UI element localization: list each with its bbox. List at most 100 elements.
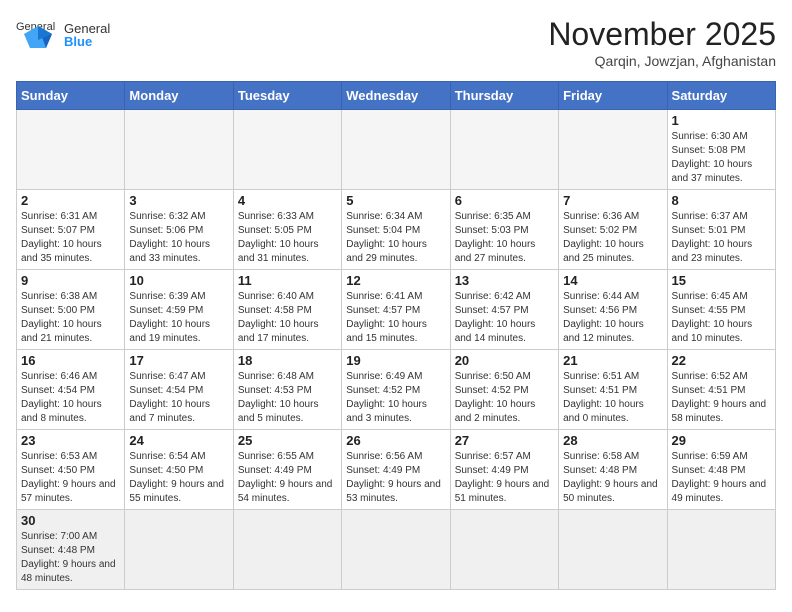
day-number: 2 [21, 193, 120, 208]
calendar-header-sunday: Sunday [17, 82, 125, 110]
calendar-week-row: 2Sunrise: 6:31 AM Sunset: 5:07 PM Daylig… [17, 190, 776, 270]
calendar-day-cell: 9 Sunrise: 6:38 AM Sunset: 5:00 PM Daylig… [17, 270, 125, 350]
day-number: 20 [455, 353, 554, 368]
day-number: 12 [346, 273, 445, 288]
calendar-day-cell [125, 510, 233, 590]
day-number: 13 [455, 273, 554, 288]
day-number: 6 [455, 193, 554, 208]
calendar-day-cell: 13Sunrise: 6:42 AM Sunset: 4:57 PM Dayli… [450, 270, 558, 350]
generalblue-logo-icon: General [16, 16, 60, 52]
day-number: 30 [21, 513, 120, 528]
calendar-day-cell [342, 510, 450, 590]
calendar-week-row: 30 Sunrise: 7:00 AM Sunset: 4:48 PM Dayli… [17, 510, 776, 590]
header: General General Blue November 2025 Qarqi… [16, 16, 776, 69]
day-info: Sunrise: 6:59 AM Sunset: 4:48 PM Dayligh… [672, 450, 771, 506]
calendar-day-cell: 28 Sunrise: 6:58 AM Sunset: 4:48 PM Dayli… [559, 430, 667, 510]
day-number: 25 [238, 433, 337, 448]
calendar-day-cell [559, 110, 667, 190]
day-number: 29 [672, 433, 771, 448]
calendar-day-cell: 8 Sunrise: 6:37 AM Sunset: 5:01 PM Daylig… [667, 190, 775, 270]
day-number: 4 [238, 193, 337, 208]
logo-blue-text: Blue [64, 35, 110, 48]
day-info: Sunrise: 6:39 AM Sunset: 4:59 PM Dayligh… [129, 290, 228, 346]
calendar-day-cell: 4 Sunrise: 6:33 AM Sunset: 5:05 PM Daylig… [233, 190, 341, 270]
day-info: Sunrise: 7:00 AM Sunset: 4:48 PM Dayligh… [21, 530, 120, 586]
calendar-day-cell: 18 Sunrise: 6:48 AM Sunset: 4:53 PM Dayli… [233, 350, 341, 430]
calendar-day-cell [233, 510, 341, 590]
day-info: Sunrise: 6:46 AM Sunset: 4:54 PM Dayligh… [21, 370, 120, 426]
logo-wrapper: General General Blue [16, 16, 110, 52]
calendar-day-cell: 11Sunrise: 6:40 AM Sunset: 4:58 PM Dayli… [233, 270, 341, 350]
day-info: Sunrise: 6:49 AM Sunset: 4:52 PM Dayligh… [346, 370, 445, 426]
day-number: 18 [238, 353, 337, 368]
day-number: 10 [129, 273, 228, 288]
calendar-header-thursday: Thursday [450, 82, 558, 110]
day-number: 7 [563, 193, 662, 208]
calendar-day-cell: 2Sunrise: 6:31 AM Sunset: 5:07 PM Daylig… [17, 190, 125, 270]
day-info: Sunrise: 6:58 AM Sunset: 4:48 PM Dayligh… [563, 450, 662, 506]
calendar-day-cell [450, 110, 558, 190]
title-area: November 2025 Qarqin, Jowzjan, Afghanist… [548, 16, 776, 69]
day-number: 26 [346, 433, 445, 448]
day-info: Sunrise: 6:50 AM Sunset: 4:52 PM Dayligh… [455, 370, 554, 426]
calendar-day-cell [17, 110, 125, 190]
calendar-day-cell: 6Sunrise: 6:35 AM Sunset: 5:03 PM Daylig… [450, 190, 558, 270]
calendar-day-cell: 16Sunrise: 6:46 AM Sunset: 4:54 PM Dayli… [17, 350, 125, 430]
calendar-day-cell: 21 Sunrise: 6:51 AM Sunset: 4:51 PM Dayli… [559, 350, 667, 430]
calendar-day-cell [125, 110, 233, 190]
day-info: Sunrise: 6:51 AM Sunset: 4:51 PM Dayligh… [563, 370, 662, 426]
day-number: 5 [346, 193, 445, 208]
logo: General General Blue [16, 16, 110, 52]
day-info: Sunrise: 6:32 AM Sunset: 5:06 PM Dayligh… [129, 210, 228, 266]
calendar-day-cell [342, 110, 450, 190]
day-number: 19 [346, 353, 445, 368]
day-number: 8 [672, 193, 771, 208]
day-info: Sunrise: 6:47 AM Sunset: 4:54 PM Dayligh… [129, 370, 228, 426]
day-info: Sunrise: 6:53 AM Sunset: 4:50 PM Dayligh… [21, 450, 120, 506]
day-info: Sunrise: 6:38 AM Sunset: 5:00 PM Dayligh… [21, 290, 120, 346]
day-number: 15 [672, 273, 771, 288]
day-info: Sunrise: 6:52 AM Sunset: 4:51 PM Dayligh… [672, 370, 771, 426]
day-info: Sunrise: 6:41 AM Sunset: 4:57 PM Dayligh… [346, 290, 445, 346]
calendar-day-cell: 5 Sunrise: 6:34 AM Sunset: 5:04 PM Daylig… [342, 190, 450, 270]
calendar-day-cell: 15Sunrise: 6:45 AM Sunset: 4:55 PM Dayli… [667, 270, 775, 350]
calendar-day-cell: 30 Sunrise: 7:00 AM Sunset: 4:48 PM Dayli… [17, 510, 125, 590]
day-info: Sunrise: 6:54 AM Sunset: 4:50 PM Dayligh… [129, 450, 228, 506]
day-number: 1 [672, 113, 771, 128]
day-number: 17 [129, 353, 228, 368]
calendar-day-cell: 22 Sunrise: 6:52 AM Sunset: 4:51 PM Dayli… [667, 350, 775, 430]
calendar-day-cell: 26Sunrise: 6:56 AM Sunset: 4:49 PM Dayli… [342, 430, 450, 510]
day-number: 3 [129, 193, 228, 208]
day-info: Sunrise: 6:44 AM Sunset: 4:56 PM Dayligh… [563, 290, 662, 346]
calendar-day-cell: 19 Sunrise: 6:49 AM Sunset: 4:52 PM Dayli… [342, 350, 450, 430]
calendar-header-tuesday: Tuesday [233, 82, 341, 110]
calendar-day-cell: 7 Sunrise: 6:36 AM Sunset: 5:02 PM Daylig… [559, 190, 667, 270]
day-number: 28 [563, 433, 662, 448]
day-info: Sunrise: 6:30 AM Sunset: 5:08 PM Dayligh… [672, 130, 771, 186]
calendar-day-cell: 1 Sunrise: 6:30 AM Sunset: 5:08 PM Daylig… [667, 110, 775, 190]
calendar-header-row: SundayMondayTuesdayWednesdayThursdayFrid… [17, 82, 776, 110]
day-info: Sunrise: 6:48 AM Sunset: 4:53 PM Dayligh… [238, 370, 337, 426]
day-info: Sunrise: 6:33 AM Sunset: 5:05 PM Dayligh… [238, 210, 337, 266]
calendar-header-monday: Monday [125, 82, 233, 110]
month-title: November 2025 [548, 16, 776, 53]
calendar-day-cell: 20 Sunrise: 6:50 AM Sunset: 4:52 PM Dayli… [450, 350, 558, 430]
day-number: 27 [455, 433, 554, 448]
calendar-week-row: 23 Sunrise: 6:53 AM Sunset: 4:50 PM Dayli… [17, 430, 776, 510]
day-number: 24 [129, 433, 228, 448]
calendar-day-cell: 3 Sunrise: 6:32 AM Sunset: 5:06 PM Daylig… [125, 190, 233, 270]
day-number: 14 [563, 273, 662, 288]
day-number: 22 [672, 353, 771, 368]
location: Qarqin, Jowzjan, Afghanistan [548, 53, 776, 69]
day-number: 23 [21, 433, 120, 448]
day-number: 21 [563, 353, 662, 368]
day-info: Sunrise: 6:34 AM Sunset: 5:04 PM Dayligh… [346, 210, 445, 266]
day-info: Sunrise: 6:36 AM Sunset: 5:02 PM Dayligh… [563, 210, 662, 266]
day-number: 9 [21, 273, 120, 288]
day-info: Sunrise: 6:37 AM Sunset: 5:01 PM Dayligh… [672, 210, 771, 266]
calendar-day-cell [559, 510, 667, 590]
day-info: Sunrise: 6:55 AM Sunset: 4:49 PM Dayligh… [238, 450, 337, 506]
calendar-header-friday: Friday [559, 82, 667, 110]
calendar-day-cell [233, 110, 341, 190]
calendar-day-cell [450, 510, 558, 590]
